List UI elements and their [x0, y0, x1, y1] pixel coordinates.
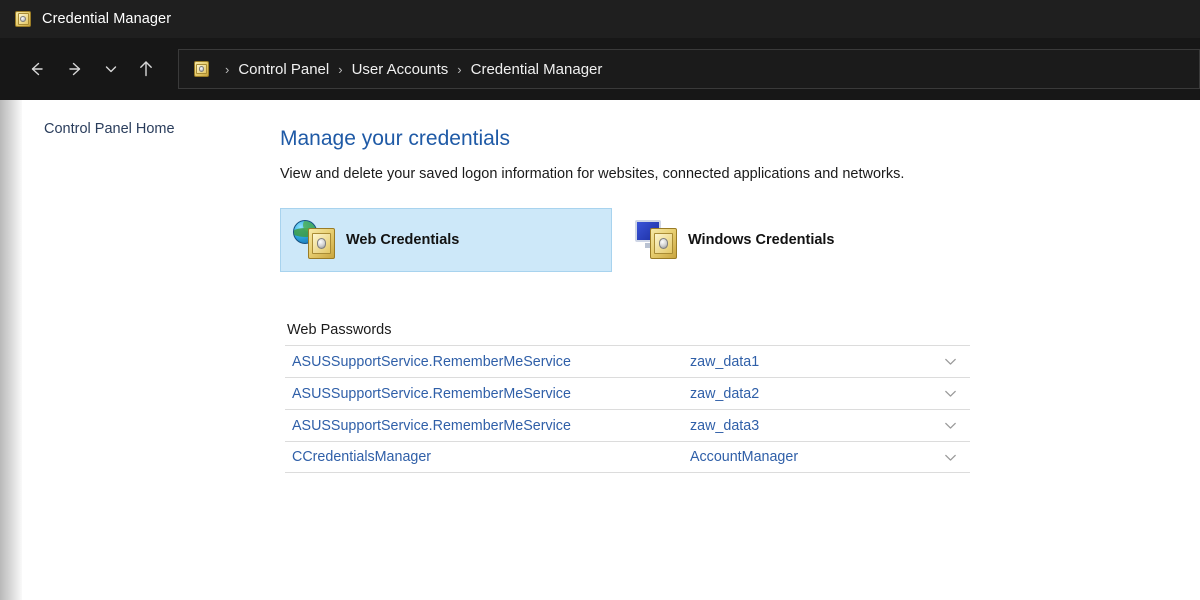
- card-web-credentials-label: Web Credentials: [346, 232, 460, 248]
- window-left-edge: [0, 100, 22, 600]
- breadcrumb-item-control-panel[interactable]: Control Panel: [238, 61, 329, 78]
- card-windows-credentials[interactable]: Windows Credentials: [622, 208, 852, 272]
- breadcrumb-item-user-accounts[interactable]: User Accounts: [352, 61, 449, 78]
- window-title: Credential Manager: [42, 11, 172, 27]
- main-content: Manage your credentials View and delete …: [280, 100, 1200, 600]
- recent-locations-button[interactable]: [96, 49, 126, 89]
- title-bar: Credential Manager: [0, 0, 1200, 38]
- credential-type-cards: Web Credentials Windows Credentials: [280, 208, 1200, 272]
- table-row[interactable]: ASUSSupportService.RememberMeService zaw…: [285, 345, 970, 377]
- credential-user[interactable]: AccountManager: [690, 449, 930, 465]
- table-row[interactable]: ASUSSupportService.RememberMeService zaw…: [285, 377, 970, 409]
- monitor-vault-icon: [635, 219, 679, 261]
- expand-row-button[interactable]: [930, 385, 970, 402]
- credential-user[interactable]: zaw_data3: [690, 418, 930, 434]
- back-button[interactable]: [16, 49, 56, 89]
- page-title: Manage your credentials: [280, 127, 510, 150]
- chevron-down-icon: [942, 385, 959, 402]
- credential-user[interactable]: zaw_data2: [690, 386, 930, 402]
- table-caption: Web Passwords: [287, 322, 392, 338]
- sidebar: Control Panel Home: [22, 100, 280, 600]
- credential-name[interactable]: ASUSSupportService.RememberMeService: [285, 418, 690, 434]
- breadcrumb-separator-2: ›: [457, 61, 462, 77]
- globe-vault-icon: [293, 219, 337, 261]
- sidebar-item-control-panel-home[interactable]: Control Panel Home: [44, 121, 175, 137]
- expand-row-button[interactable]: [930, 417, 970, 434]
- page-subtitle: View and delete your saved logon informa…: [280, 166, 905, 182]
- chevron-down-icon: [942, 353, 959, 370]
- card-windows-credentials-label: Windows Credentials: [688, 232, 835, 248]
- credential-name[interactable]: ASUSSupportService.RememberMeService: [285, 386, 690, 402]
- breadcrumb-separator-0: ›: [225, 61, 230, 77]
- up-button[interactable]: [126, 49, 166, 89]
- expand-row-button[interactable]: [930, 353, 970, 370]
- table-row[interactable]: ASUSSupportService.RememberMeService zaw…: [285, 409, 970, 441]
- navigation-bar: › Control Panel › User Accounts › Creden…: [0, 38, 1200, 100]
- arrow-right-icon: [66, 59, 86, 79]
- credential-manager-window: Credential Manager › Control Panel › Use…: [0, 0, 1200, 600]
- credential-vault-icon: [14, 10, 32, 28]
- window-body: Control Panel Home Manage your credentia…: [0, 100, 1200, 600]
- credential-user[interactable]: zaw_data1: [690, 354, 930, 370]
- credential-name[interactable]: ASUSSupportService.RememberMeService: [285, 354, 690, 370]
- chevron-down-icon: [942, 417, 959, 434]
- breadcrumb[interactable]: › Control Panel › User Accounts › Creden…: [178, 49, 1200, 89]
- card-web-credentials[interactable]: Web Credentials: [280, 208, 612, 272]
- web-passwords-table: Web Passwords ASUSSupportService.Remembe…: [285, 322, 970, 473]
- breadcrumb-vault-icon: [193, 61, 210, 78]
- credential-name[interactable]: CCredentialsManager: [285, 449, 690, 465]
- arrow-left-icon: [26, 59, 46, 79]
- arrow-up-icon: [136, 59, 156, 79]
- forward-button[interactable]: [56, 49, 96, 89]
- chevron-down-icon: [103, 61, 119, 77]
- chevron-down-icon: [942, 449, 959, 466]
- table-row[interactable]: CCredentialsManager AccountManager: [285, 441, 970, 473]
- breadcrumb-separator-1: ›: [338, 61, 343, 77]
- expand-row-button[interactable]: [930, 449, 970, 466]
- breadcrumb-item-credential-manager[interactable]: Credential Manager: [471, 61, 603, 78]
